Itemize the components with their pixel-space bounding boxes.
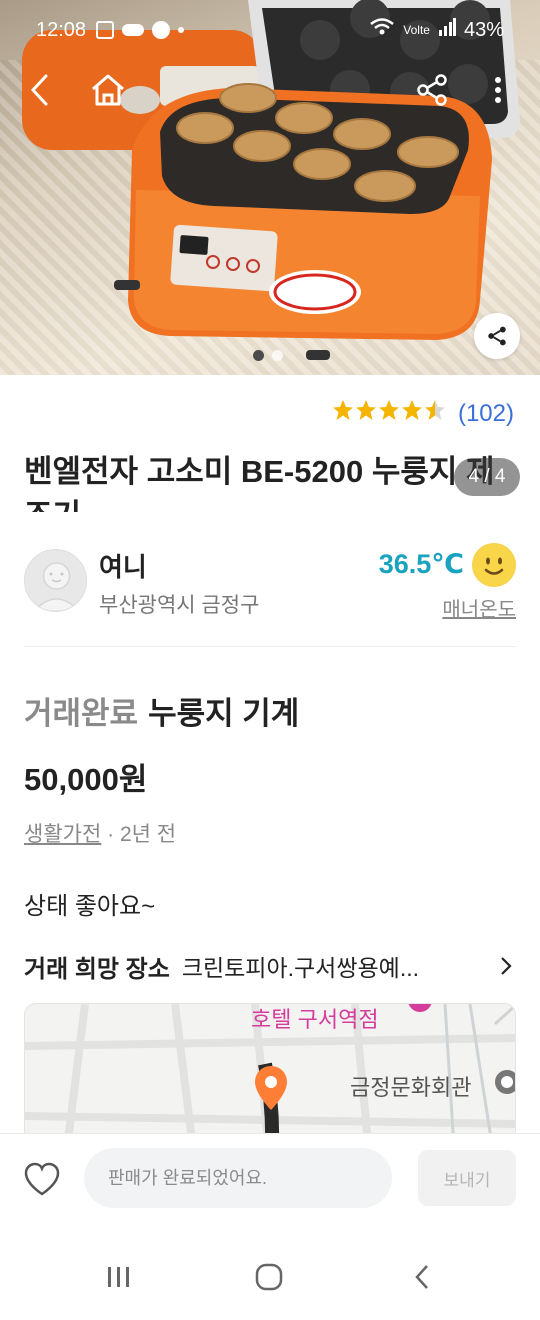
price: 50,000원 xyxy=(24,762,148,797)
smile-face-icon xyxy=(472,543,516,587)
rating-stars xyxy=(332,398,448,429)
rating[interactable]: (102) xyxy=(332,398,514,429)
home-circle-icon xyxy=(255,1263,283,1291)
heart-icon xyxy=(24,1162,60,1196)
status-time: 12:08 xyxy=(36,18,87,41)
bottom-action-bar: 보내기 xyxy=(0,1133,540,1225)
default-avatar-icon xyxy=(34,562,79,611)
message-input[interactable] xyxy=(84,1148,392,1208)
product-title-container: 벤엘전자 고소미 BE-5200 누룽지 제조기 xyxy=(24,450,514,512)
map-label-hotel: 호텔 구서역점 xyxy=(251,1007,379,1032)
cloud-icon xyxy=(122,24,145,36)
chevron-left-icon xyxy=(30,74,48,106)
listing-name: 누룽지 기계 xyxy=(148,696,300,731)
more-button[interactable] xyxy=(478,68,518,112)
signal-icon xyxy=(438,18,456,42)
home-nav-button[interactable] xyxy=(247,1255,291,1299)
trade-place-label: 거래 희망 장소 xyxy=(24,955,170,983)
recent-apps-button[interactable] xyxy=(97,1255,141,1299)
description: 상태 좋아요~ xyxy=(24,893,156,920)
pdf-icon xyxy=(96,21,115,39)
more-vertical-icon xyxy=(495,77,501,103)
dot-icon xyxy=(178,27,185,33)
manner-temperature: 36.5℃ xyxy=(378,549,464,579)
seller-profile[interactable]: 여니 부산광역시 금정구 36.5℃ 매너온도 xyxy=(24,543,516,625)
share-button[interactable] xyxy=(410,68,454,112)
system-navigation-bar xyxy=(0,1225,540,1320)
posted-time: · 2년 전 xyxy=(107,823,177,846)
star-rating-icon xyxy=(332,400,445,420)
lte-icon: Volte xyxy=(403,23,430,37)
listing-meta: 생활가전 · 2년 전 xyxy=(24,818,176,848)
carousel-dot[interactable] xyxy=(253,350,264,361)
image-share-button[interactable] xyxy=(474,313,520,359)
back-button[interactable] xyxy=(18,68,62,112)
carousel-dots xyxy=(253,350,283,361)
category-link[interactable]: 생활가전 xyxy=(24,823,101,846)
listing-heading: 거래완료 누룽지 기계 xyxy=(24,688,299,733)
back-nav-button[interactable] xyxy=(400,1255,444,1299)
home-button[interactable] xyxy=(86,68,130,112)
trade-place-row[interactable]: 거래 희망 장소 크린토피아.구서쌍용예... xyxy=(24,948,516,984)
carousel-dot[interactable] xyxy=(272,350,283,361)
like-button[interactable] xyxy=(22,1160,62,1200)
facebook-icon xyxy=(152,21,171,39)
trade-place-value: 크린토피아.구서쌍용예... xyxy=(181,955,419,981)
share-icon xyxy=(417,74,447,106)
map-pin-icon xyxy=(253,1064,289,1117)
recent-apps-icon xyxy=(108,1267,129,1287)
product-image[interactable]: 12:08 Volte 43% xyxy=(0,0,540,375)
rating-count[interactable]: (102) xyxy=(458,400,514,428)
battery-text: 43% xyxy=(463,18,504,41)
map-label-center: 금정문화회관 xyxy=(350,1075,472,1100)
image-page-indicator: 4 / 4 xyxy=(454,458,520,496)
seller-location: 부산광역시 금정구 xyxy=(99,594,260,617)
status-badge: 거래완료 xyxy=(24,696,139,731)
chevron-right-icon xyxy=(501,957,512,975)
product-title: 벤엘전자 고소미 BE-5200 누룽지 제조기 xyxy=(24,454,495,512)
manner-temperature-link[interactable]: 매너온도 xyxy=(442,593,516,622)
seller-name[interactable]: 여니 xyxy=(99,547,147,584)
divider xyxy=(24,646,516,647)
avatar[interactable] xyxy=(24,549,87,612)
send-button[interactable]: 보내기 xyxy=(418,1150,516,1206)
wifi-icon xyxy=(369,17,395,43)
status-bar: 12:08 Volte 43% xyxy=(0,0,540,60)
share-icon xyxy=(488,326,506,346)
back-icon xyxy=(415,1265,428,1289)
home-icon xyxy=(92,74,124,106)
